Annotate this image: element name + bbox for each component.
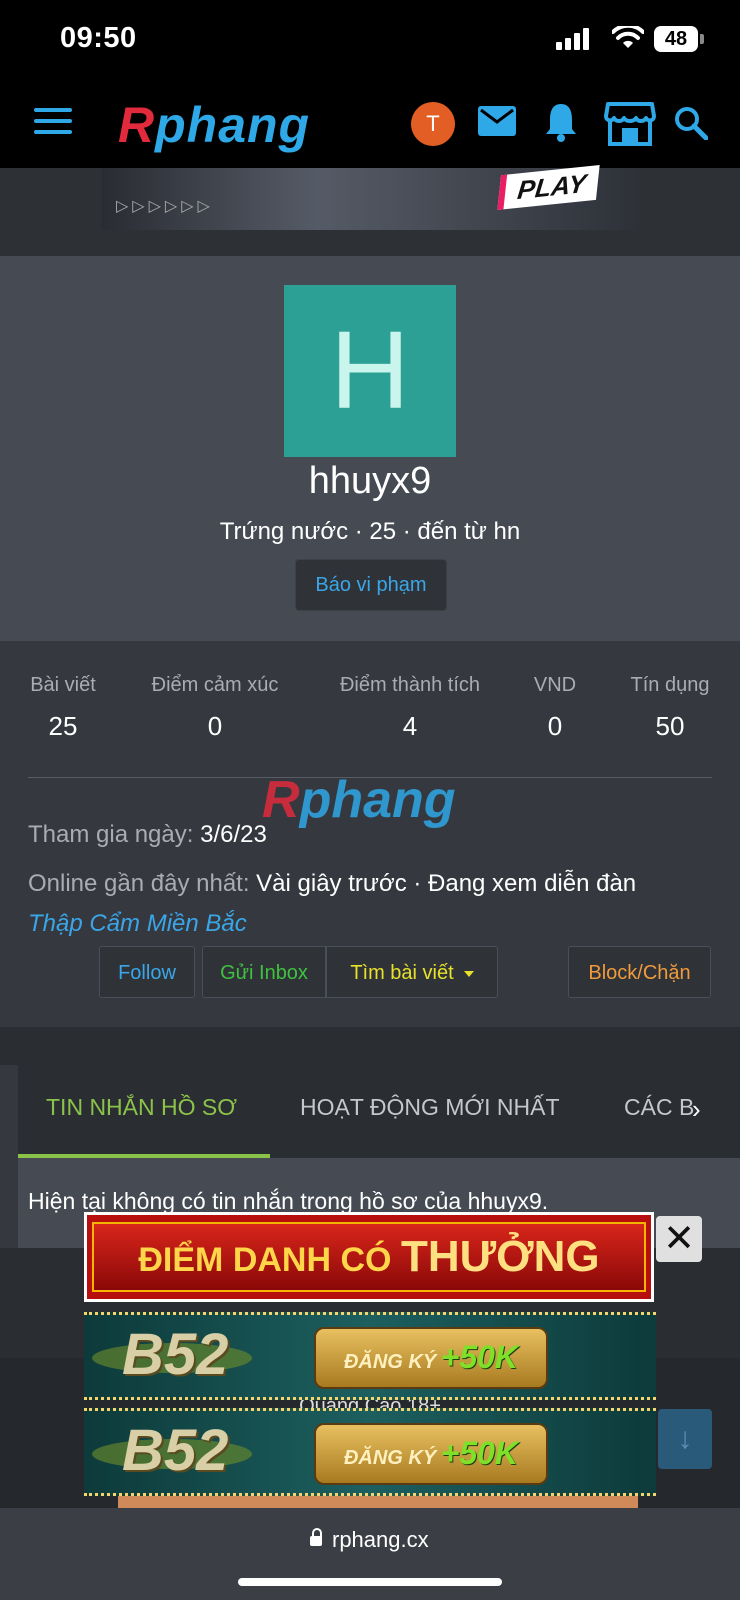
- banner-arrows: ▷▷▷▷▷▷: [116, 198, 214, 215]
- battery-cap: [700, 34, 704, 44]
- checkin-ad[interactable]: ĐIỂM DANH CÓ THƯỞNG: [92, 1222, 646, 1292]
- stat-label: Điểm thành tích: [339, 674, 481, 696]
- block-button[interactable]: Block/Chặn: [568, 946, 711, 998]
- stat-achievements[interactable]: Điểm thành tích 4: [330, 674, 490, 742]
- send-inbox-button[interactable]: Gửi Inbox: [202, 946, 326, 998]
- find-posts-button[interactable]: Tìm bài viết: [326, 946, 498, 998]
- b52-ad-banner[interactable]: B52 ĐĂNG KÝ +50K: [84, 1312, 656, 1400]
- status-time: 09:50: [60, 22, 137, 54]
- close-ad-icon[interactable]: ✕: [656, 1216, 702, 1262]
- cellular-signal-icon: [556, 28, 589, 50]
- battery-icon: 48: [654, 26, 698, 52]
- stat-value: 0: [207, 711, 223, 741]
- stat-label: Bài viết: [30, 674, 96, 696]
- menu-icon[interactable]: [34, 108, 72, 138]
- tabs-scroll-right-icon[interactable]: ›: [692, 1094, 701, 1125]
- tab-profile-posts[interactable]: TIN NHẮN HỒ SƠ: [46, 1094, 237, 1121]
- b52-logo: B52: [122, 1322, 229, 1387]
- caret-down-icon: [463, 970, 474, 977]
- url-text[interactable]: rphang.cx: [332, 1527, 429, 1553]
- stat-label: Điểm cảm xúc: [151, 674, 279, 696]
- register-bonus-badge: ĐĂNG KÝ +50K: [314, 1423, 548, 1485]
- user-avatar[interactable]: T: [411, 102, 455, 146]
- follow-button[interactable]: Follow: [99, 946, 195, 998]
- stat-posts[interactable]: Bài viết 25: [20, 674, 106, 742]
- home-indicator[interactable]: [238, 1578, 502, 1586]
- profile-avatar[interactable]: H: [284, 285, 456, 457]
- scroll-down-button[interactable]: ↓: [658, 1409, 712, 1469]
- forum-link[interactable]: Thập Cẩm Miền Bắc: [28, 910, 247, 938]
- stat-value: 25: [48, 711, 78, 741]
- profile-username: hhuyx9: [308, 460, 432, 502]
- empty-messages-text: Hiện tại không có tin nhắn trong hồ sơ c…: [28, 1188, 549, 1214]
- stat-value: 50: [655, 711, 685, 741]
- ad-strip: [118, 1496, 638, 1508]
- section-gap: [0, 1027, 740, 1065]
- profile-meta: Trứng nước · 25 · đến từ hn: [219, 518, 521, 545]
- joined-date: Tham gia ngày: 3/6/23: [28, 821, 267, 848]
- b52-logo: B52: [122, 1418, 229, 1483]
- stat-value: 0: [547, 711, 563, 741]
- wifi-icon: [612, 26, 644, 48]
- stat-label: VND: [533, 674, 577, 696]
- watermark-logo: Rphang: [262, 771, 456, 829]
- search-icon[interactable]: [674, 106, 708, 140]
- stat-value: 4: [402, 711, 418, 741]
- b52-ad-banner[interactable]: B52 ĐĂNG KÝ +50K: [84, 1408, 656, 1496]
- browser-url-bar[interactable]: [0, 1508, 740, 1600]
- stat-vnd[interactable]: VND 0: [520, 674, 590, 742]
- stat-credit[interactable]: Tín dụng 50: [620, 674, 720, 742]
- mail-icon[interactable]: [478, 106, 516, 136]
- report-button[interactable]: Báo vi phạm: [295, 559, 447, 611]
- store-icon[interactable]: [604, 100, 656, 146]
- tab-latest-activity[interactable]: HOẠT ĐỘNG MỚI NHẤT: [300, 1094, 560, 1121]
- stat-label: Tín dụng: [630, 674, 710, 696]
- last-seen: Online gần đây nhất: Vài giây trước · Đa…: [28, 870, 637, 897]
- site-logo[interactable]: Rphang: [118, 96, 310, 154]
- stat-reactions[interactable]: Điểm cảm xúc 0: [140, 674, 290, 742]
- register-bonus-badge: ĐĂNG KÝ +50K: [314, 1327, 548, 1389]
- bell-icon[interactable]: [544, 102, 578, 142]
- lock-icon: [310, 1536, 322, 1546]
